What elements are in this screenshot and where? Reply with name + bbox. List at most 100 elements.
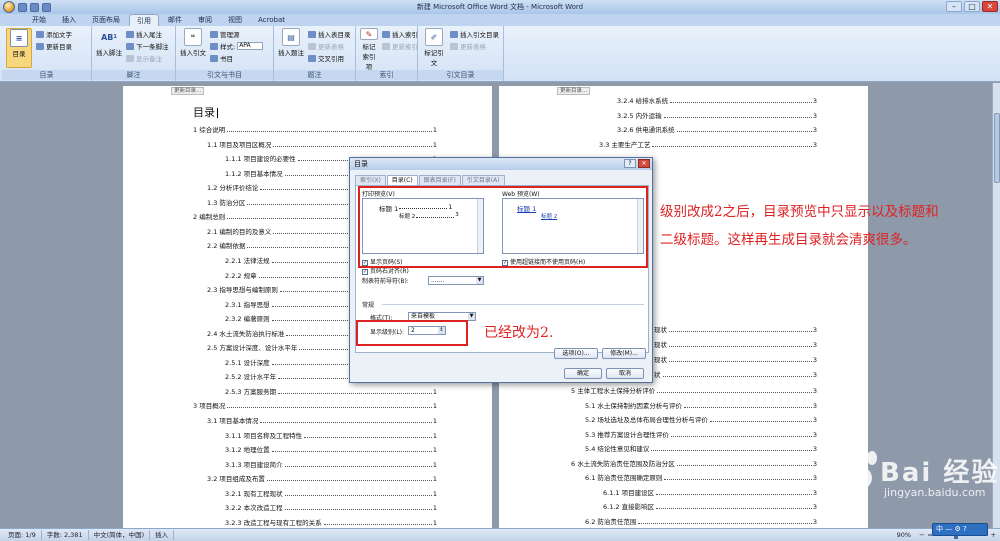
group-citation: ❝ 插入引文 管理源 样式: APA 书目 引文与书目: [176, 26, 274, 81]
insert-caption-button[interactable]: ▤ 插入题注: [278, 28, 304, 71]
cross-reference-button[interactable]: 交叉引用: [308, 53, 351, 63]
options-button[interactable]: 选项(O)...: [554, 348, 598, 359]
insert-footnote-button[interactable]: AB 1 插入脚注: [96, 28, 122, 71]
toc-entry[interactable]: 6.1.2 直接影响区 3: [603, 500, 817, 514]
dialog-tab-figures[interactable]: 图表目录(F): [418, 175, 461, 185]
toc-entry[interactable]: 5 主体工程水土保持分析评价 3: [571, 384, 817, 398]
minimize-icon[interactable]: –: [946, 1, 962, 12]
insert-table-of-figures-button[interactable]: 插入表目录: [308, 29, 351, 39]
insert-toa-button[interactable]: 插入引文目录: [450, 29, 499, 39]
modify-button[interactable]: 修改(M)...: [602, 348, 646, 359]
toc-entry[interactable]: 3.1.3 项目建设简介 1: [225, 457, 437, 472]
status-language[interactable]: 中文(简体，中国): [89, 530, 151, 540]
toc-entry[interactable]: 6 水土流失防治责任范围及防治分区 3: [571, 456, 817, 471]
toc-entry[interactable]: 3.1.1 项目名称及工程特性 1: [225, 428, 437, 443]
toc-entry[interactable]: 6.1.1 项目建设区 3: [603, 485, 817, 500]
toc-entry[interactable]: 3.2 项目组成及布置 1: [207, 472, 437, 487]
scrollbar-thumb[interactable]: [994, 113, 1000, 183]
toc-leader-dots: [266, 472, 432, 482]
ok-button[interactable]: 确定: [564, 368, 602, 379]
tab-view[interactable]: 视图: [221, 14, 249, 26]
toc-entry[interactable]: 3.1 项目基本情况 1: [207, 414, 437, 428]
citation-icon: ❝: [184, 28, 202, 46]
tab-review[interactable]: 审阅: [191, 14, 219, 26]
toc-entry[interactable]: 3.2.2 本次改造工程 1: [225, 501, 437, 516]
toc-entry-fragment[interactable]: 状3: [654, 368, 817, 382]
tab-page-layout[interactable]: 页面布局: [85, 14, 127, 26]
status-words[interactable]: 字数: 2,381: [42, 530, 89, 540]
update-toc-marker[interactable]: 更新目录...: [171, 87, 205, 95]
toc-entry-page: 1: [432, 428, 437, 443]
update-toc-marker-2[interactable]: 更新目录...: [557, 87, 591, 95]
insert-citation-button[interactable]: ❝ 插入引文: [180, 28, 206, 71]
toc-entry-page: 3: [812, 485, 817, 500]
dialog-tab-index[interactable]: 索引(X): [355, 175, 386, 185]
next-footnote-button[interactable]: 下一条脚注: [126, 41, 169, 51]
toc-entry[interactable]: 5.4 结论性意见和建议 3: [585, 442, 817, 456]
toc-entry[interactable]: 3.2.6 供电通讯系统 3: [617, 123, 817, 137]
dialog-close-icon[interactable]: ✕: [638, 159, 650, 168]
toc-entry[interactable]: 5.1 水土保持制约因素分析与评价 3: [585, 398, 817, 413]
insert-index-button[interactable]: 插入索引: [382, 29, 418, 39]
toc-entry-fragment[interactable]: 现状 3: [654, 323, 817, 337]
toc-entry-page: 3: [812, 398, 817, 413]
toc-entry[interactable]: 5.3 推荐方案设计合理性评价 3: [585, 427, 817, 442]
general-section-label: 常规: [362, 302, 375, 309]
mark-entry-button[interactable]: ✎ 标记索引项: [360, 28, 378, 71]
ime-toolbar[interactable]: 中 — ⚙ ?: [932, 523, 988, 536]
add-text-button[interactable]: 添加文字: [36, 29, 72, 39]
tab-home[interactable]: 开始: [25, 14, 53, 26]
maximize-icon[interactable]: □: [964, 1, 980, 12]
close-icon[interactable]: ✕: [982, 1, 998, 12]
manage-sources-button[interactable]: 管理源: [210, 29, 263, 39]
show-notes-button[interactable]: 显示备注: [126, 53, 169, 63]
toc-entry[interactable]: 6.1 防治责任范围确定原则 3: [585, 471, 817, 485]
toc-leader-dots: [656, 486, 812, 495]
status-page[interactable]: 页面: 1/9: [3, 530, 42, 540]
tab-insert[interactable]: 插入: [55, 14, 83, 26]
toc-entry[interactable]: 3.1.2 地理位置 1: [225, 443, 437, 458]
tab-leader-select[interactable]: ....... ▼: [428, 276, 484, 285]
bibliography-button[interactable]: 书目: [210, 53, 263, 63]
toc-entry[interactable]: 3.2.5 内外运输 3: [617, 108, 817, 123]
group-index: ✎ 标记索引项 插入索引 更新索引 索引: [356, 26, 418, 81]
zoom-level[interactable]: 90%: [892, 530, 916, 540]
toc-entry[interactable]: 6.2 防治责任范围 3: [585, 514, 817, 528]
toc-entry-text: 6.2 防治责任范围: [585, 514, 638, 528]
update-index-button[interactable]: 更新索引: [382, 41, 418, 51]
toc-entry-text: 1 综合说明: [193, 123, 227, 137]
toc-entry[interactable]: 3.3 主要生产工艺 3: [599, 137, 817, 152]
zoom-in-icon[interactable]: +: [991, 530, 996, 540]
status-mode[interactable]: 插入: [150, 530, 175, 540]
toc-entry-page: 3: [812, 442, 817, 456]
toc-entry[interactable]: 3 项目概况 1: [193, 399, 437, 414]
toc-entry[interactable]: 5.2 场址选址及总体布局合理性分析与评价 3: [585, 413, 817, 427]
toc-entry[interactable]: 3.2.1 现有工程现状 1: [225, 486, 437, 501]
update-toa-button[interactable]: 更新表格: [450, 41, 499, 51]
zoom-out-icon[interactable]: −: [919, 530, 924, 540]
style-select[interactable]: 样式: APA: [210, 41, 264, 51]
help-icon[interactable]: ?: [624, 159, 636, 168]
dialog-tab-toc[interactable]: 目录(C): [386, 175, 418, 185]
window-title: 新建 Microsoft Office Word 文档 - Microsoft …: [416, 3, 584, 11]
toc-button[interactable]: ≡ 目录: [6, 28, 32, 68]
toc-entry-fragment[interactable]: 现状 3: [654, 338, 817, 352]
toc-entry-page: 3: [812, 413, 817, 427]
update-toc-button[interactable]: 更新目录: [36, 41, 72, 51]
tab-references[interactable]: 引用: [129, 14, 159, 26]
toc-entry[interactable]: 3.2.3 改造工程与现有工程的关系 1: [225, 515, 437, 528]
mark-citation-button[interactable]: ✐ 标记引文: [422, 28, 446, 71]
toc-entry-text: 2.3 指导思想与编制原则: [207, 283, 279, 298]
cancel-button[interactable]: 取消: [606, 368, 644, 379]
toc-entry[interactable]: 1 综合说明 1: [193, 123, 437, 137]
tab-acrobat[interactable]: Acrobat: [251, 14, 292, 26]
update-table-button[interactable]: 更新表格: [308, 41, 351, 51]
toc-entry[interactable]: 3.2.4 给排水系统 3: [617, 94, 817, 108]
chevron-down-icon: ▼: [468, 313, 475, 320]
insert-endnote-button[interactable]: 插入尾注: [126, 29, 169, 39]
tab-mailings[interactable]: 邮件: [161, 14, 189, 26]
dialog-tab-authorities[interactable]: 引文目录(A): [461, 175, 505, 185]
toc-entry-fragment[interactable]: 现状 3: [654, 353, 817, 367]
toc-entry[interactable]: 1.1 项目及项目区概况 1: [207, 137, 437, 152]
toc-entry[interactable]: 2.5.3 方案服务期 1: [225, 384, 437, 399]
